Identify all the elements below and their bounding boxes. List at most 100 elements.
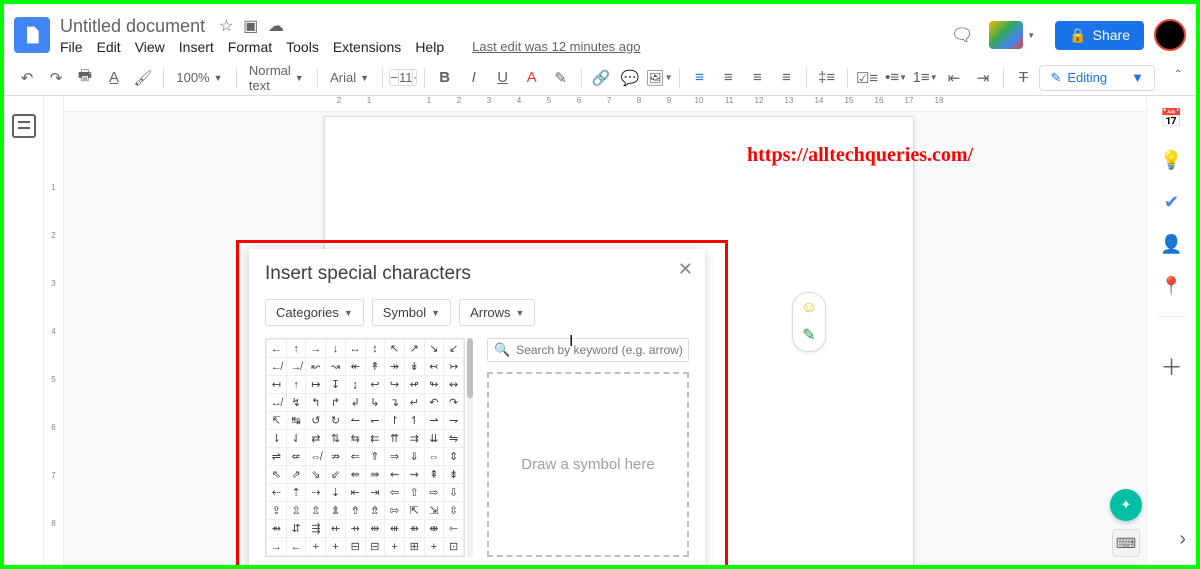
- menu-tools[interactable]: Tools: [286, 39, 319, 55]
- paint-format-icon[interactable]: 🖌: [130, 65, 156, 91]
- char-cell[interactable]: ↱: [326, 394, 346, 412]
- char-cell[interactable]: ⇏: [326, 448, 346, 466]
- mode-select[interactable]: ✎ Editing ▼: [1039, 65, 1155, 91]
- char-cell[interactable]: ↘: [424, 340, 444, 358]
- char-cell[interactable]: ⇁: [444, 412, 464, 430]
- cloud-icon[interactable]: ☁: [268, 18, 284, 35]
- char-cell[interactable]: ⇮: [345, 502, 365, 520]
- char-cell[interactable]: ⇩: [444, 484, 464, 502]
- char-cell[interactable]: ↩: [365, 376, 385, 394]
- char-cell[interactable]: ⇬: [306, 502, 326, 520]
- char-cell[interactable]: ↛: [286, 358, 306, 376]
- char-cell[interactable]: ↿: [404, 412, 424, 430]
- link-icon[interactable]: 🔗: [588, 65, 614, 91]
- font-size-value[interactable]: 11: [398, 70, 414, 85]
- char-cell[interactable]: ↪: [385, 376, 405, 394]
- char-cell[interactable]: ⇞: [424, 466, 444, 484]
- font-select[interactable]: Arial▼: [324, 65, 375, 91]
- char-cell[interactable]: ⇒: [385, 448, 405, 466]
- char-cell[interactable]: ⇽: [444, 520, 464, 538]
- char-cell[interactable]: ↞: [345, 358, 365, 376]
- char-cell[interactable]: ⇳: [444, 502, 464, 520]
- char-cell[interactable]: ↾: [385, 412, 405, 430]
- char-cell[interactable]: ⇓: [404, 448, 424, 466]
- char-cell[interactable]: ↰: [306, 394, 326, 412]
- char-cell[interactable]: ↦: [306, 376, 326, 394]
- char-cell[interactable]: ↔: [345, 340, 365, 358]
- char-cell[interactable]: ⇋: [444, 430, 464, 448]
- char-cell[interactable]: ⇌: [267, 448, 287, 466]
- menu-file[interactable]: File: [60, 39, 83, 55]
- char-cell[interactable]: ↺: [306, 412, 326, 430]
- font-increase[interactable]: +: [413, 70, 417, 85]
- tasks-icon[interactable]: ✔: [1160, 190, 1184, 214]
- char-cell[interactable]: ↮: [267, 394, 287, 412]
- char-cell[interactable]: ⇚: [345, 466, 365, 484]
- char-cell[interactable]: ↝: [326, 358, 346, 376]
- align-right-icon[interactable]: ≡: [744, 65, 770, 91]
- char-cell[interactable]: ⇇: [365, 430, 385, 448]
- char-cell[interactable]: ⇃: [286, 430, 306, 448]
- char-cell[interactable]: ⇂: [267, 430, 287, 448]
- menu-edit[interactable]: Edit: [97, 39, 121, 55]
- char-cell[interactable]: +: [326, 538, 346, 556]
- menu-extensions[interactable]: Extensions: [333, 39, 401, 55]
- char-cell[interactable]: ↣: [444, 358, 464, 376]
- char-cell[interactable]: ↜: [306, 358, 326, 376]
- char-cell[interactable]: ⇧: [404, 484, 424, 502]
- char-cell[interactable]: ↓: [326, 340, 346, 358]
- menu-help[interactable]: Help: [415, 39, 444, 55]
- bulleted-list-icon[interactable]: •≡▼: [883, 65, 909, 91]
- char-cell[interactable]: →: [306, 340, 326, 358]
- search-input[interactable]: [516, 343, 682, 357]
- align-justify-icon[interactable]: ≡: [773, 65, 799, 91]
- char-cell[interactable]: ⇄: [306, 430, 326, 448]
- char-cell[interactable]: ↼: [345, 412, 365, 430]
- meet-icon[interactable]: [989, 21, 1023, 49]
- char-cell[interactable]: +: [424, 538, 444, 556]
- outline-icon[interactable]: [12, 114, 36, 138]
- menu-format[interactable]: Format: [228, 39, 272, 55]
- char-cell[interactable]: ↸: [267, 412, 287, 430]
- docs-logo[interactable]: [14, 17, 50, 53]
- char-cell[interactable]: ⇎: [306, 448, 326, 466]
- expand-side-panel-icon[interactable]: ›: [1179, 528, 1186, 551]
- char-cell[interactable]: ↢: [424, 358, 444, 376]
- draw-area[interactable]: Draw a symbol here: [487, 372, 689, 557]
- bold-icon[interactable]: B: [432, 65, 458, 91]
- char-cell[interactable]: ↫: [404, 376, 424, 394]
- char-cell[interactable]: ↖: [385, 340, 405, 358]
- char-cell[interactable]: ⇜: [385, 466, 405, 484]
- menu-insert[interactable]: Insert: [179, 39, 214, 55]
- star-icon[interactable]: ☆: [219, 18, 233, 35]
- image-icon[interactable]: 🖼▼: [646, 65, 672, 91]
- char-cell[interactable]: ⇖: [267, 466, 287, 484]
- char-cell[interactable]: ⇤: [345, 484, 365, 502]
- char-cell[interactable]: ↹: [286, 412, 306, 430]
- char-cell[interactable]: ⇨: [424, 484, 444, 502]
- symbol-dropdown[interactable]: Symbol▼: [372, 299, 451, 326]
- char-cell[interactable]: ⇟: [444, 466, 464, 484]
- char-cell[interactable]: ⇉: [404, 430, 424, 448]
- indent-icon[interactable]: ⇥: [970, 65, 996, 91]
- char-cell[interactable]: ↑: [286, 376, 306, 394]
- char-cell[interactable]: ⇙: [326, 466, 346, 484]
- char-cell[interactable]: ⇣: [326, 484, 346, 502]
- char-cell[interactable]: ⇡: [286, 484, 306, 502]
- char-cell[interactable]: ⇴: [267, 520, 287, 538]
- font-decrease[interactable]: −: [390, 70, 398, 85]
- char-cell[interactable]: ⇷: [326, 520, 346, 538]
- align-center-icon[interactable]: ≡: [715, 65, 741, 91]
- keep-icon[interactable]: 💡: [1160, 148, 1184, 172]
- char-cell[interactable]: ←: [267, 340, 287, 358]
- char-cell[interactable]: ⇘: [306, 466, 326, 484]
- char-cell[interactable]: +: [306, 538, 326, 556]
- char-cell[interactable]: ↠: [385, 358, 405, 376]
- char-cell[interactable]: ⊞: [404, 538, 424, 556]
- numbered-list-icon[interactable]: 1≡▼: [912, 65, 938, 91]
- explore-button[interactable]: ✦: [1110, 489, 1142, 521]
- checklist-icon[interactable]: ☑≡: [854, 65, 880, 91]
- italic-icon[interactable]: I: [461, 65, 487, 91]
- comments-icon[interactable]: 🗨: [945, 18, 979, 52]
- char-cell[interactable]: ↑: [286, 340, 306, 358]
